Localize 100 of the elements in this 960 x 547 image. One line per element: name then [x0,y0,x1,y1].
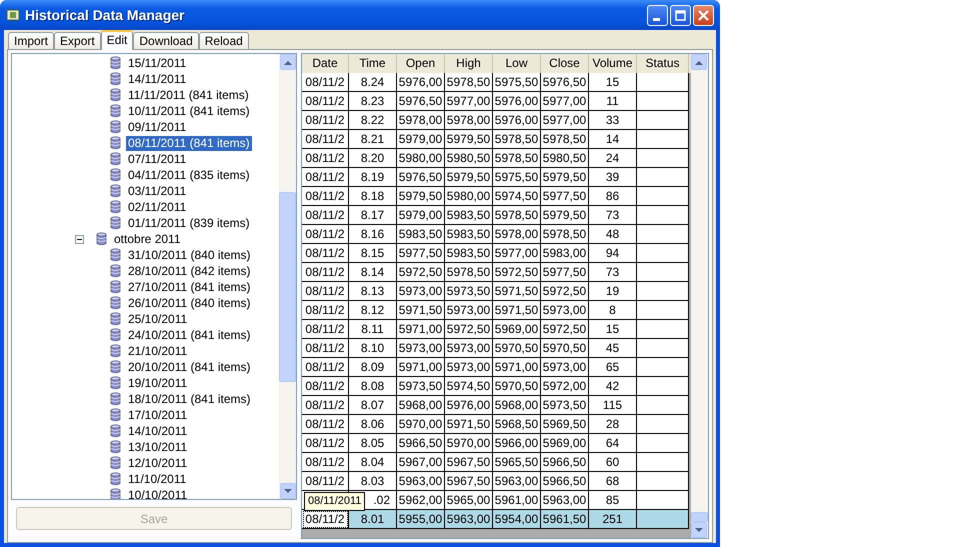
tree-item[interactable]: 21/10/2011 [126,344,190,358]
scroll-up-button[interactable] [691,54,707,70]
table-cell: 08/11/2 [302,149,349,168]
table-cell: 24 [589,149,637,168]
maximize-button[interactable] [670,4,691,26]
tree-item[interactable]: 14/10/2011 [126,424,190,438]
table-cell: 5971,50 [397,301,445,320]
tab[interactable]: Reload [198,32,249,49]
table-cell [637,510,689,529]
tree-item[interactable]: 26/10/2011 (840 items) [126,296,253,310]
tree-item[interactable]: 04/11/2011 (835 items) [126,168,252,182]
table-cell: 28 [589,415,637,434]
scroll-thumb[interactable] [279,192,296,382]
table-cell: 5965,00 [445,491,493,510]
table-cell [637,472,689,491]
table-cell: 5974,50 [445,377,493,396]
scroll-up-button[interactable] [280,54,296,70]
tree-item[interactable]: 03/11/2011 [126,184,188,198]
table-cell: 5973,00 [445,358,493,377]
scroll-down-button[interactable] [280,483,296,499]
table-cell [637,434,689,453]
table-cell: 5971,00 [397,320,445,339]
scroll-down-button[interactable] [691,522,707,538]
tab[interactable]: Edit [100,30,134,50]
tree-item[interactable]: 07/11/2011 [126,152,188,166]
table-cell [637,491,689,510]
tree-item[interactable]: 19/10/2011 [126,376,190,390]
tree-item[interactable]: 17/10/2011 [126,408,190,422]
table-cell: 5972,50 [445,320,493,339]
down-arrow-icon [695,528,703,532]
scrollbar[interactable] [691,54,708,538]
table-cell: 5971,50 [445,415,493,434]
table-cell: 11 [589,92,637,111]
table-cell: 8.07 [349,396,397,415]
database-icon [110,312,121,326]
tab[interactable]: Download [133,32,199,49]
table-cell: 08/11/2 [302,111,349,130]
tree-item[interactable]: 27/10/2011 (841 items) [126,280,253,294]
tree-item[interactable]: 28/10/2011 (842 items) [126,264,253,278]
database-icon [110,88,121,102]
table-cell: 08/11/2 [302,415,349,434]
tree-item[interactable]: 20/10/2011 (841 items) [126,360,253,374]
tree-item[interactable]: ottobre 2011 [112,232,182,246]
table-cell: 08/11/2 [302,301,349,320]
tree-item[interactable]: 02/11/2011 [126,200,188,214]
table-cell: 73 [589,206,637,225]
database-icon [110,136,121,150]
table-cell: 8.22 [349,111,397,130]
table-cell: 5966,50 [541,453,589,472]
table-cell: 5969,00 [493,320,541,339]
table-cell: 5976,50 [397,168,445,187]
table-cell: 5973,50 [397,377,445,396]
minimize-button[interactable] [647,4,668,26]
tree-item[interactable]: 24/10/2011 (841 items) [126,328,253,342]
table-cell: 5963,00 [397,472,445,491]
tree-item[interactable]: 31/10/2011 (840 items) [126,248,253,262]
tree-item[interactable]: 10/11/2011 (841 items) [126,104,252,118]
table-cell: 5966,00 [493,434,541,453]
tree-item[interactable]: 08/11/2011 (841 items) [126,136,252,150]
table-cell: 42 [589,377,637,396]
tab[interactable]: Import [8,32,54,49]
table-cell: 48 [589,225,637,244]
database-icon [110,152,121,166]
tree-item[interactable]: 11/10/2011 [126,472,188,486]
table-cell: 5973,50 [541,396,589,415]
tree-item[interactable]: 18/10/2011 (841 items) [126,392,253,406]
close-button[interactable] [693,4,714,26]
tree-item[interactable]: 10/10/2011 [126,488,190,499]
database-icon [110,296,121,310]
table-cell: 5978,50 [493,130,541,149]
tree-item[interactable]: 15/11/2011 [126,56,188,70]
tree-item[interactable]: 12/10/2011 [126,456,190,470]
database-icon [110,248,121,262]
tree-item[interactable]: 25/10/2011 [126,312,190,326]
collapse-icon[interactable] [75,234,84,244]
table-cell: 85 [589,491,637,510]
tree-item[interactable]: 14/11/2011 [126,72,188,86]
database-icon [110,424,121,438]
tree-item[interactable]: 01/11/2011 (839 items) [126,216,252,230]
scroll-thumb[interactable] [691,512,708,522]
tab[interactable]: Export [54,32,101,49]
table-cell: 5983,50 [445,206,493,225]
table-cell: 8.04 [349,453,397,472]
tree-item[interactable]: 09/11/2011 [126,120,188,134]
tree-item[interactable]: 11/11/2011 (841 items) [126,88,251,102]
table-cell: 5974,50 [493,187,541,206]
table-cell: 60 [589,453,637,472]
database-icon [110,56,121,70]
table-cell: 08/11/2 [302,320,349,339]
table-cell: 5977,00 [541,92,589,111]
table-cell: 8.12 [349,301,397,320]
table-cell: 5980,50 [541,149,589,168]
table-cell: 08/11/2 [302,244,349,263]
table-cell: 5972,50 [397,263,445,282]
database-icon [110,392,121,406]
scrollbar[interactable] [279,54,296,499]
table-cell [637,396,689,415]
tree-item[interactable]: 13/10/2011 [126,440,190,454]
table-cell: 08/11/2 [302,73,349,92]
table-cell: 5973,00 [397,339,445,358]
